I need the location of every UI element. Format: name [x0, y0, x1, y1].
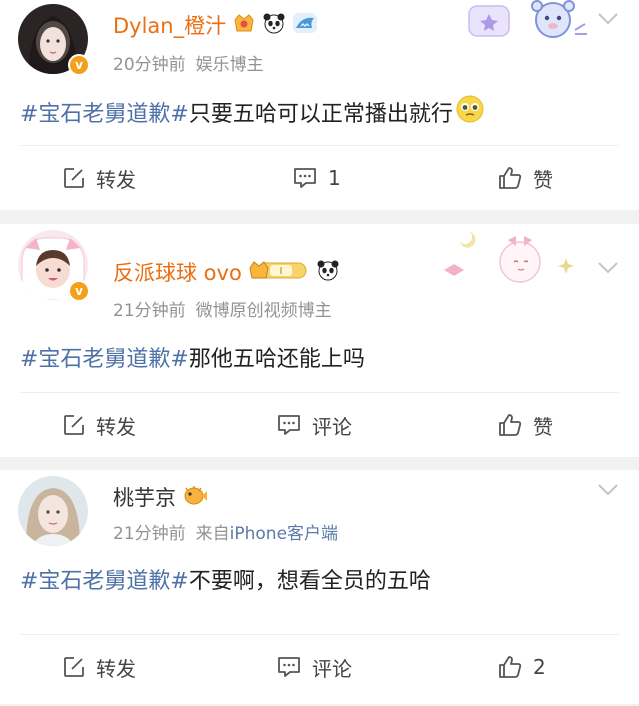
avatar[interactable] [18, 476, 88, 546]
share-label: 转发 [96, 414, 136, 439]
thumbs-up-icon [499, 656, 522, 678]
chevron-down-icon[interactable] [597, 483, 619, 497]
like-button[interactable]: 赞 [497, 393, 553, 457]
action-bar: 转发 1 赞 [0, 146, 639, 210]
like-button[interactable]: 2 [497, 635, 546, 699]
post-source-prefix: 来自 [195, 524, 230, 544]
post-text: 不要啊，想看全员的五哈 [188, 569, 431, 594]
post-card: 桃芋京 21分钟前 来自iPhone客户端 #宝石老舅道歉# 不要啊，想看全员的五哈… [0, 470, 639, 704]
post-text: 那他五哈还能上吗 [188, 347, 365, 372]
panda-icon [316, 259, 340, 286]
post-content: #宝石老舅道歉# 那他五哈还能上吗 [20, 341, 365, 373]
post-source: 娱乐博主 [195, 55, 264, 75]
post-time: 21分钟前 [113, 301, 186, 321]
card-decoration [465, 0, 595, 48]
shark-icon [292, 12, 318, 39]
panda-icon [262, 12, 286, 39]
member-level: I [279, 266, 282, 277]
action-bar: 转发 评论 赞 [0, 393, 639, 457]
share-label: 转发 [96, 656, 136, 681]
post-content: #宝石老舅道歉# 不要啊，想看全员的五哈 [20, 563, 431, 595]
thumbs-up-icon [499, 167, 522, 189]
verified-badge: v [68, 54, 90, 76]
thumbs-up-icon [499, 414, 522, 436]
edit-share-icon [64, 168, 84, 188]
share-label: 转发 [96, 167, 136, 192]
like-label: 赞 [533, 167, 553, 192]
post-content: #宝石老舅道歉# 只要五哈可以正常播出就行 [20, 94, 485, 130]
comment-count: 1 [328, 166, 341, 190]
post-card: v Dylan_橙汁 20分钟前 娱乐博主 #宝石老舅道歉# 只要五哈可以正常播出就… [0, 0, 639, 210]
chevron-down-icon[interactable] [597, 12, 619, 26]
post-meta: 21分钟前 来自iPhone客户端 [113, 519, 338, 544]
post-source: 微博原创视频博主 [195, 301, 332, 321]
chevron-down-icon[interactable] [597, 261, 619, 275]
comment-label: 评论 [312, 656, 352, 681]
username[interactable]: 桃芋京 [113, 482, 176, 512]
post-text: 只要五哈可以正常播出就行 [188, 102, 453, 127]
username[interactable]: 反派球球 ovo [113, 257, 242, 287]
comment-button[interactable]: 评论 [276, 393, 352, 457]
verified-badge: v [68, 280, 90, 302]
share-button[interactable]: 转发 [62, 635, 136, 699]
comment-bubble-icon [294, 168, 316, 188]
topic-link[interactable]: #宝石老舅道歉# [20, 96, 189, 128]
topic-link[interactable]: #宝石老舅道歉# [20, 341, 189, 373]
like-count: 2 [533, 655, 546, 679]
post-card: v 反派球球 ovo I 21分钟前 微博原创视频博主 #宝石老舅道歉# 那他五哈还… [0, 224, 639, 457]
comment-label: 评论 [312, 414, 352, 439]
edit-share-icon [64, 415, 84, 435]
comment-bubble-icon [278, 415, 300, 435]
card-decoration [438, 228, 588, 292]
comment-button[interactable]: 1 [292, 146, 341, 210]
comment-button[interactable]: 评论 [276, 635, 352, 699]
username-row: Dylan_橙汁 [113, 10, 318, 40]
pleading-face-emoji [455, 94, 485, 130]
member-level-badge: I [248, 258, 310, 287]
share-button[interactable]: 转发 [62, 146, 136, 210]
post-time: 20分钟前 [113, 55, 186, 75]
like-label: 赞 [533, 414, 553, 439]
weibo-feed: v Dylan_橙汁 20分钟前 娱乐博主 #宝石老舅道歉# 只要五哈可以正常播出就… [0, 0, 639, 704]
post-source-link[interactable]: iPhone客户端 [230, 524, 338, 544]
username[interactable]: Dylan_橙汁 [113, 10, 226, 40]
share-button[interactable]: 转发 [62, 393, 136, 457]
username-row: 桃芋京 [113, 482, 208, 512]
action-bar: 转发 评论 2 [0, 635, 639, 699]
crown-heart-icon [232, 12, 256, 39]
like-button[interactable]: 赞 [497, 146, 553, 210]
pufferfish-icon [182, 484, 208, 511]
post-meta: 21分钟前 微博原创视频博主 [113, 296, 332, 321]
edit-share-icon [64, 657, 84, 677]
post-meta: 20分钟前 娱乐博主 [113, 50, 264, 75]
comment-bubble-icon [278, 657, 300, 677]
username-row: 反派球球 ovo I [113, 257, 340, 287]
post-time: 21分钟前 [113, 524, 186, 544]
topic-link[interactable]: #宝石老舅道歉# [20, 563, 189, 595]
